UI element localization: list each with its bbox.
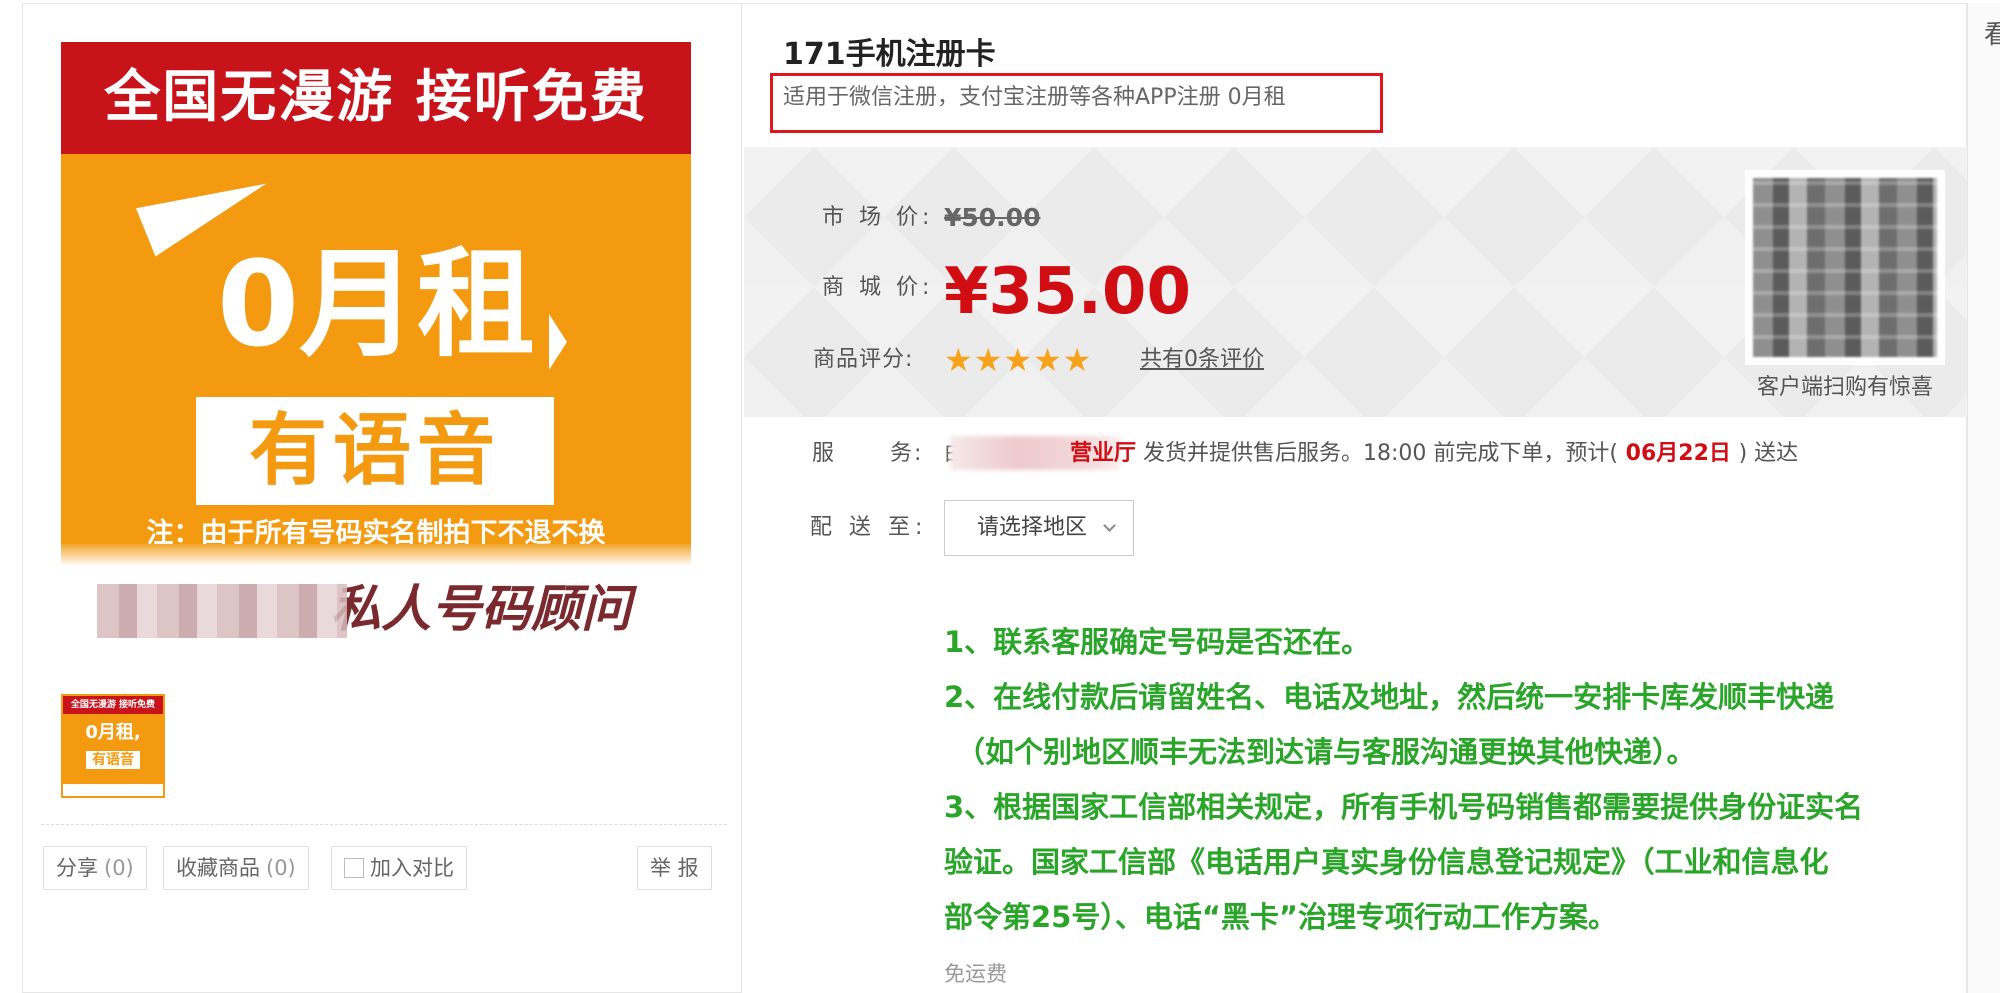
compare-button[interactable]: 加入对比 — [331, 846, 467, 890]
note-line: 2、在线付款后请留姓名、电话及地址，然后统一安排卡库发顺丰快递 — [944, 680, 1835, 714]
service-suffix: ) 送达 — [1738, 441, 1799, 466]
qr-code[interactable] — [1745, 170, 1945, 365]
banner-fade — [61, 544, 691, 566]
share-button[interactable]: 分享 (0) — [43, 846, 147, 890]
report-button[interactable]: 举 报 — [637, 846, 712, 890]
product-subtitle: 适用于微信注册，支付宝注册等各种APP注册 0月租 — [783, 85, 1286, 110]
shop-hall-link[interactable]: 营业厅 — [1070, 441, 1136, 466]
service-label: 服 务: — [812, 441, 924, 466]
thumb-footer — [63, 784, 163, 796]
qr-caption: 客户端扫购有惊喜 — [1756, 375, 1933, 400]
mall-price-label: 商 城 价: — [822, 275, 934, 300]
thumbnail-image[interactable]: 全国无漫游 接听免费 0月租, 有语音 — [61, 694, 165, 798]
compare-label: 加入对比 — [370, 856, 454, 880]
gallery-panel: 全国无漫游 接听免费 0月租 有语音 注：由于所有号码实名制拍下不退不换 私人号… — [22, 3, 742, 993]
note-line: 验证。国家工信部《电话用户真实身份信息登记规定》（工业和信息化 — [944, 845, 1829, 879]
banner-big-text: 0月租 — [216, 235, 536, 373]
redacted-area — [97, 584, 347, 638]
favorite-label: 收藏商品 — [176, 856, 260, 880]
purchase-notes: 1、联系客服确定号码是否还在。 2、在线付款后请留姓名、电话及地址，然后统一安排… — [944, 615, 1944, 945]
note-line: 部令第25号）、电话“黑卡”治理专项行动工作方案。 — [944, 900, 1617, 934]
banner-body: 0月租 有语音 注：由于所有号码实名制拍下不退不换 — [61, 154, 691, 549]
note-line: 1、联系客服确定号码是否还在。 — [944, 625, 1371, 659]
thumb-big-text: 0月租, — [85, 722, 141, 743]
report-label: 举 报 — [650, 856, 699, 880]
free-shipping-text: 免运费 — [944, 962, 1007, 986]
rating-stars-icon: ★★★★★ — [944, 341, 1093, 379]
banner-headline: 全国无漫游 接听免费 — [61, 42, 691, 154]
product-title: 171手机注册卡 — [783, 37, 996, 72]
compare-checkbox[interactable] — [344, 857, 364, 878]
rating-label: 商品评分: — [813, 347, 914, 372]
divider — [41, 824, 727, 825]
side-panel-label[interactable]: 看 — [1984, 14, 2000, 51]
favorite-button[interactable]: 收藏商品 (0) — [163, 846, 309, 890]
service-text: 发货并提供售后服务。18:00 前完成下单，预计( — [1136, 441, 1618, 466]
thumb-body: 0月租, 有语音 — [63, 714, 163, 784]
share-label: 分享 — [56, 856, 98, 880]
side-panel-edge — [1967, 3, 2000, 993]
comma-mark-icon — [549, 314, 567, 370]
product-main-image[interactable]: 全国无漫游 接听免费 0月租 有语音 注：由于所有号码实名制拍下不退不换 私人号… — [61, 42, 691, 652]
region-select-value: 请选择地区 — [977, 515, 1088, 540]
delivery-date: 06月22日 — [1618, 441, 1739, 466]
delivery-label: 配 送 至: — [810, 515, 928, 540]
chevron-down-icon — [1103, 519, 1116, 532]
favorite-count: (0) — [266, 856, 296, 880]
mall-price-value: ¥35.00 — [944, 255, 1191, 329]
market-price-value: ¥50.00 — [944, 203, 1041, 232]
region-select[interactable]: 请选择地区 — [944, 500, 1134, 556]
banner-voice-text: 有语音 — [196, 397, 554, 505]
service-info: 营业厅 发货并提供售后服务。18:00 前完成下单，预计( 06月22日 ) 送… — [1070, 436, 1798, 472]
thumb-headline: 全国无漫游 接听免费 — [63, 696, 163, 714]
note-line: （如个别地区顺丰无法到达请与客服沟通更换其他快递）。 — [956, 735, 1696, 769]
qr-code-icon — [1753, 178, 1937, 357]
market-price-label: 市 场 价: — [822, 205, 934, 230]
thumb-voice-text: 有语音 — [86, 751, 140, 769]
note-line: 3、根据国家工信部相关规定，所有手机号码销售都需要提供身份证实名 — [944, 790, 1864, 824]
share-count: (0) — [104, 856, 134, 880]
review-count-link[interactable]: 共有0条评价 — [1140, 342, 1264, 378]
